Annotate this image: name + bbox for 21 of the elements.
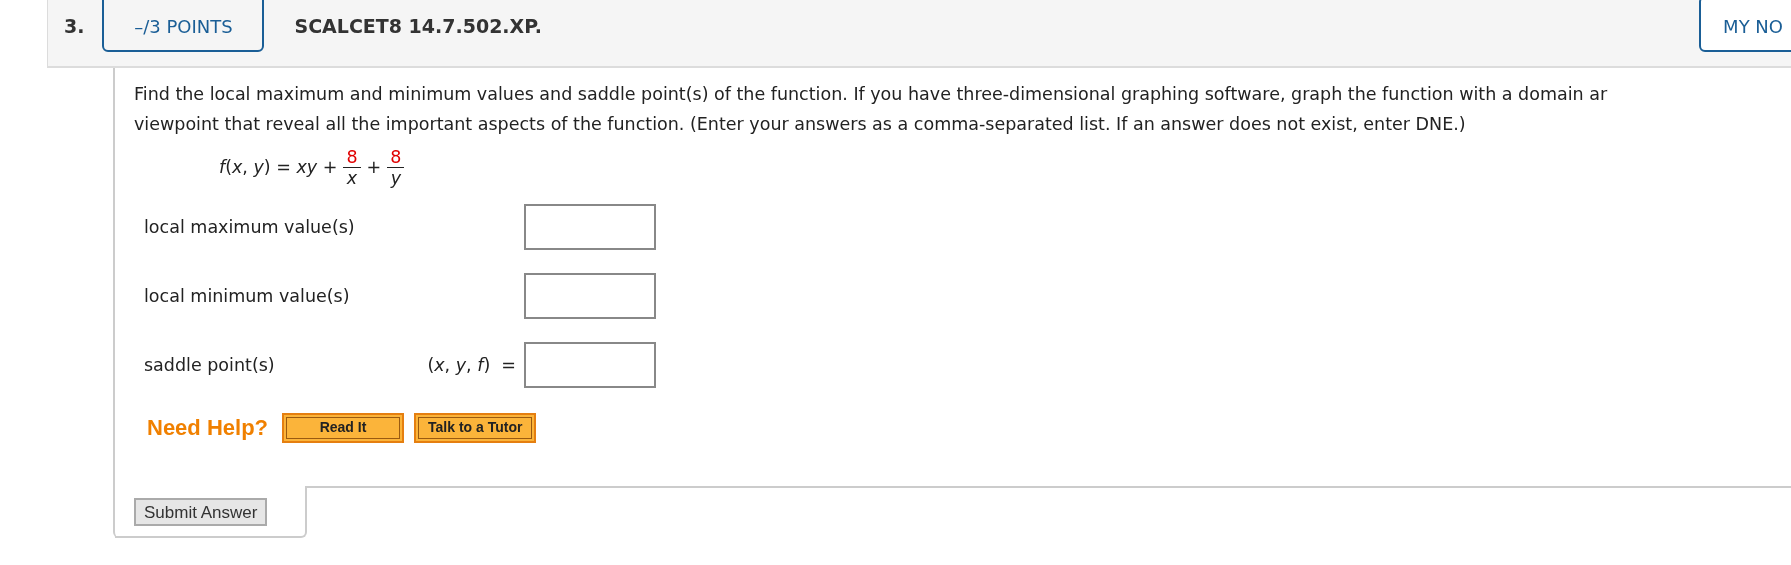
points-badge: –/3 POINTS bbox=[102, 0, 265, 52]
answer-label: local maximum value(s) bbox=[144, 215, 356, 239]
question-number: 3. bbox=[64, 14, 85, 39]
answer-field[interactable] bbox=[524, 342, 656, 388]
answer-field[interactable] bbox=[524, 273, 656, 319]
question-text-line: viewpoint that reveal all the important aspects of the function. (Enter your answers as a comma-separated list. If an answer does not exist, enter DNE.) bbox=[134, 113, 1466, 136]
submit-answer-button[interactable]: Submit Answer bbox=[134, 498, 268, 526]
help-label: Need Help? bbox=[147, 414, 269, 442]
help-button[interactable]: Read It bbox=[282, 412, 405, 443]
question-text-line: Find the local maximum and minimum values and saddle point(s) of the function. If you have three-dimensional graphing software, graph the function with a domain ar bbox=[134, 83, 1608, 106]
question-code: SCALCET8 14.7.502.XP. bbox=[294, 14, 542, 39]
answer-field[interactable] bbox=[524, 204, 656, 250]
fraction: 8 x bbox=[343, 147, 361, 188]
answer-label: saddle point(s) bbox=[144, 353, 276, 377]
fraction: 8 y bbox=[387, 147, 405, 188]
answer-prefix: (x, y, f) = bbox=[426, 353, 517, 377]
notes-button[interactable]: MY NO bbox=[1699, 0, 1791, 52]
answer-label: local minimum value(s) bbox=[144, 284, 351, 308]
formula-text: + bbox=[366, 156, 382, 180]
formula-text: f(x, y) = xy + bbox=[219, 156, 338, 180]
help-button[interactable]: Talk to a Tutor bbox=[414, 412, 537, 443]
